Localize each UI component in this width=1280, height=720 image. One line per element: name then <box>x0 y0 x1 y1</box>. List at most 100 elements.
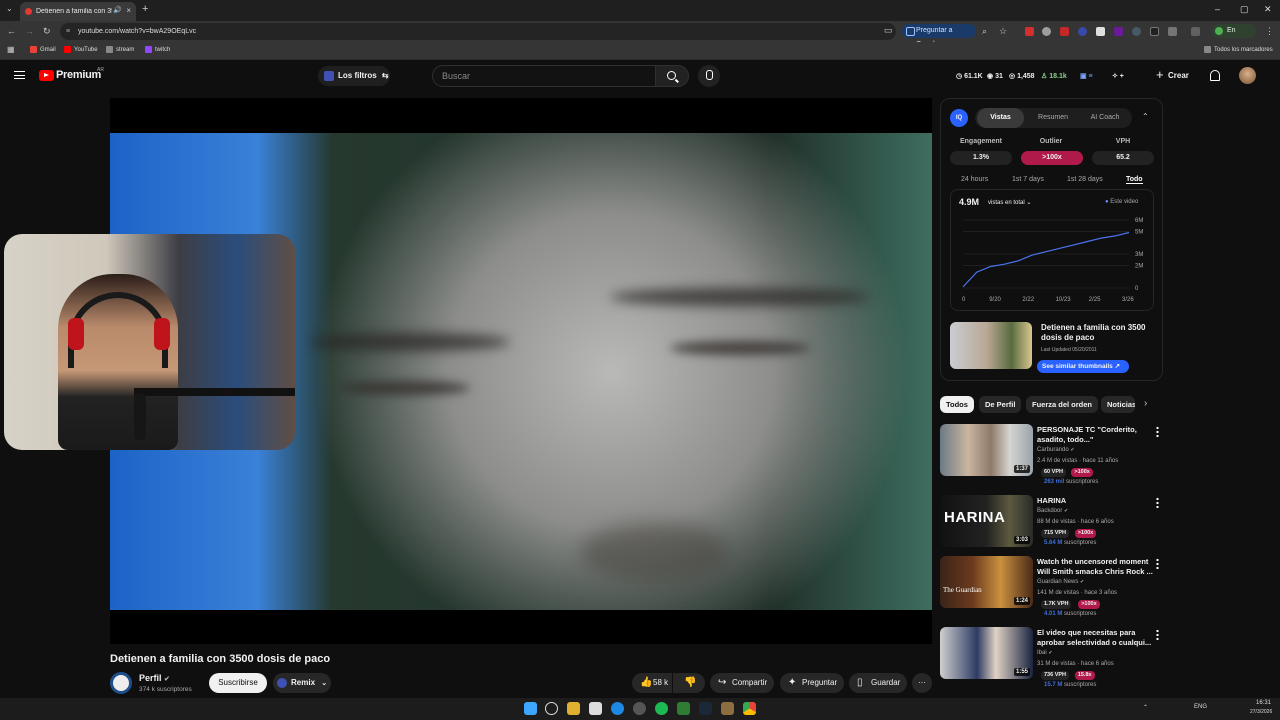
clock-time[interactable]: 16:31 <box>1256 700 1271 706</box>
youtube-logo-icon[interactable] <box>39 70 54 81</box>
similar-thumbnails-button[interactable]: See similar thumbnails ↗ <box>1037 360 1129 373</box>
channel-name[interactable]: Perfil ✔ <box>139 673 170 683</box>
menu-icon[interactable] <box>14 71 25 79</box>
store-icon[interactable] <box>589 702 602 715</box>
recommendation-thumbnail[interactable]: 1:55 <box>940 627 1033 679</box>
dislike-button[interactable]: 👎 <box>673 673 705 693</box>
range-28d[interactable]: 1st 28 days <box>1067 176 1103 183</box>
recommendation-title[interactable]: HARINA <box>1037 496 1153 506</box>
filters-button[interactable]: Los filtros ⇆ <box>318 66 390 86</box>
chip-topic[interactable]: Fuerza del orden <box>1026 396 1099 413</box>
steam-icon[interactable] <box>699 702 712 715</box>
recommendation-title[interactable]: Watch the uncensored moment Will Smith s… <box>1037 557 1153 577</box>
search-button[interactable] <box>655 65 689 87</box>
bookmark-star-icon[interactable]: ☆ <box>999 26 1007 37</box>
search-icon[interactable] <box>545 702 558 715</box>
back-icon[interactable]: ← <box>7 26 16 36</box>
range-7d[interactable]: 1st 7 days <box>1012 176 1044 183</box>
extensions-puzzle-icon[interactable] <box>1168 27 1177 36</box>
site-info-icon[interactable]: ≡ <box>66 23 70 40</box>
bookmark-gmail[interactable]: Gmail <box>30 46 56 53</box>
recommendation-channel[interactable]: Backdoor ✔ <box>1037 508 1068 514</box>
recommendation-thumbnail[interactable]: The Guardian 1:24 <box>940 556 1033 608</box>
chevron-right-icon[interactable]: › <box>1144 398 1147 409</box>
extension-icon[interactable] <box>1078 27 1087 36</box>
all-bookmarks[interactable]: Todos los marcadores <box>1204 46 1273 53</box>
save-button[interactable]: ▯ Guardar <box>849 673 907 693</box>
chip-from-channel[interactable]: De Perfil <box>979 396 1022 413</box>
edge-icon[interactable] <box>611 702 624 715</box>
tray-chevron-icon[interactable]: ⌃ <box>1143 704 1148 711</box>
windows-start-icon[interactable] <box>524 702 537 715</box>
tab-vistas[interactable]: Vistas <box>977 108 1024 128</box>
minimize-icon[interactable]: – <box>1215 4 1220 14</box>
share-button[interactable]: ↪ Compartir <box>710 673 774 693</box>
browser-tab[interactable]: Detienen a familia con 3500 dosis de pac… <box>20 2 136 21</box>
forward-icon[interactable]: → <box>25 26 34 36</box>
spotify-icon[interactable] <box>655 702 668 715</box>
remix-button[interactable]: Remix ⌄ <box>273 673 331 693</box>
search-input[interactable]: Buscar <box>432 65 656 87</box>
more-options-icon[interactable] <box>1156 497 1159 508</box>
chip-all[interactable]: Todos <box>940 396 974 413</box>
file-explorer-icon[interactable] <box>567 702 580 715</box>
apps-icon[interactable]: ▦ <box>7 45 15 54</box>
more-actions-button[interactable]: ··· <box>912 673 932 693</box>
vidiq-tools-icon[interactable]: ✧ + <box>1112 72 1124 80</box>
extension-icon[interactable] <box>1096 27 1105 36</box>
tab-list-chevron-icon[interactable]: ⌄ <box>6 4 13 13</box>
chip-news[interactable]: Noticias <box>1101 396 1135 413</box>
zoom-icon[interactable]: ⌕ <box>982 26 987 37</box>
tab-ai-coach[interactable]: AI Coach <box>1081 108 1129 128</box>
extension-icon[interactable] <box>1132 27 1141 36</box>
extension-icon[interactable] <box>1025 27 1034 36</box>
cast-icon[interactable]: ▭ <box>884 25 893 36</box>
extension-icon[interactable] <box>1060 27 1069 36</box>
recommendation-channel[interactable]: Ibai ✔ <box>1037 650 1053 656</box>
recommendation-thumbnail[interactable]: 1:37 <box>940 424 1033 476</box>
vidiq-menu-icon[interactable]: ▣ ≡ <box>1080 72 1093 80</box>
avatar[interactable] <box>1239 67 1256 84</box>
close-tab-icon[interactable]: × <box>126 6 131 15</box>
ask-google-button[interactable]: Preguntar a Google <box>902 24 976 48</box>
url-field[interactable]: ≡ youtube.com/watch?v=bwA29OEqLvc <box>60 23 896 40</box>
close-window-icon[interactable]: ✕ <box>1264 4 1272 15</box>
voice-search-icon[interactable] <box>698 65 720 87</box>
sidebar-icon[interactable] <box>1191 27 1200 36</box>
language-indicator[interactable]: ENG <box>1194 704 1207 710</box>
maximize-icon[interactable]: ▢ <box>1240 4 1249 15</box>
obs-icon[interactable] <box>633 702 646 715</box>
audio-icon[interactable]: 🔊 <box>113 6 122 14</box>
chrome-icon[interactable] <box>743 702 756 715</box>
subscribe-button[interactable]: Suscribirse <box>209 673 267 693</box>
notifications-bell-icon[interactable] <box>1210 70 1220 81</box>
bookmark-twitch[interactable]: twitch <box>145 46 170 53</box>
recommendation-title[interactable]: El video que necesitas para aprobar sele… <box>1037 628 1153 648</box>
scrollbar[interactable] <box>1272 66 1276 686</box>
ask-button[interactable]: ✦ Preguntar <box>780 673 844 693</box>
create-button[interactable]: Crear <box>1153 65 1195 86</box>
browser-menu-icon[interactable]: ⋮ <box>1265 26 1274 37</box>
range-24h[interactable]: 24 hours <box>961 176 988 183</box>
more-options-icon[interactable] <box>1156 629 1159 640</box>
more-options-icon[interactable] <box>1156 558 1159 569</box>
like-button[interactable]: 👍 58 k <box>632 673 672 693</box>
tab-resumen[interactable]: Resumen <box>1029 108 1077 128</box>
channel-avatar[interactable] <box>110 672 132 694</box>
app-icon[interactable] <box>677 702 690 715</box>
profile-button[interactable]: En pausa <box>1212 24 1256 48</box>
recommendation-thumbnail[interactable]: HARINA 3:03 <box>940 495 1033 547</box>
bookmark-stream[interactable]: stream <box>106 46 134 53</box>
new-tab-icon[interactable]: + <box>142 3 148 15</box>
reload-icon[interactable]: ↻ <box>43 26 51 37</box>
more-options-icon[interactable] <box>1156 426 1159 437</box>
video-thumbnail[interactable] <box>950 322 1032 369</box>
extension-icon[interactable] <box>1150 27 1159 36</box>
collapse-chevron-icon[interactable]: ⌃ <box>1142 112 1149 121</box>
recommendation-channel[interactable]: Carburando ✔ <box>1037 447 1075 453</box>
range-all[interactable]: Todo <box>1126 176 1143 184</box>
clock-date[interactable]: 27/3/2026 <box>1250 709 1272 715</box>
recommendation-title[interactable]: PERSONAJE TC "Corderito, asadito, todo..… <box>1037 425 1153 445</box>
app-icon[interactable] <box>721 702 734 715</box>
extension-icon[interactable] <box>1042 27 1051 36</box>
